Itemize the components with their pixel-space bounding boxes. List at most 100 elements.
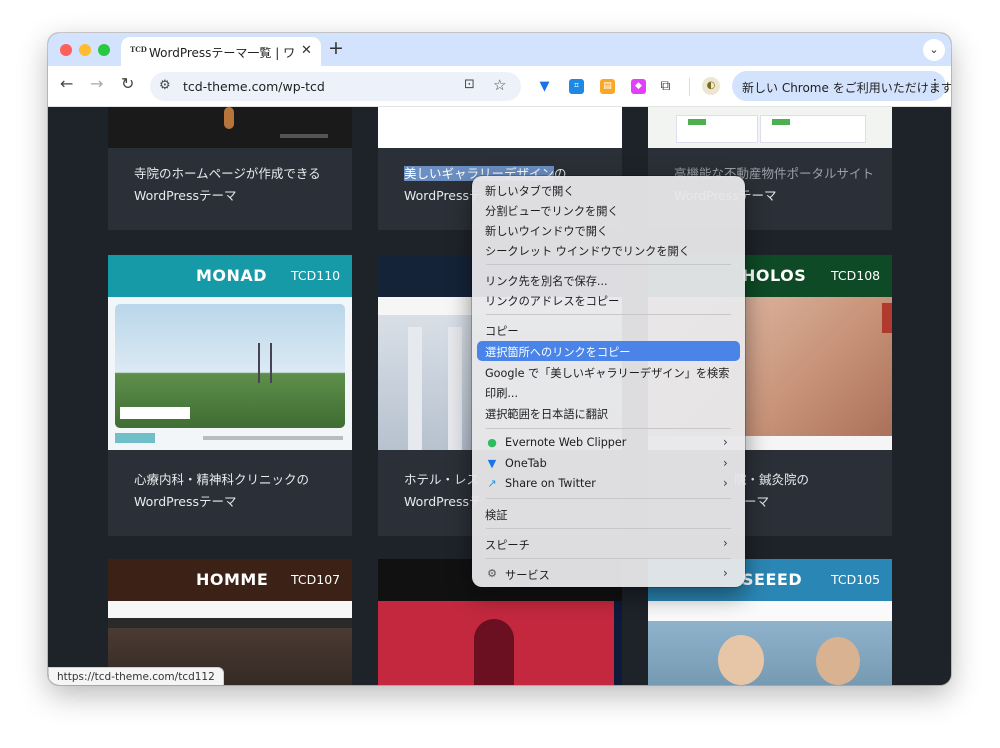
menu-item-label: 分割ビューでリンクを開く	[485, 205, 619, 218]
theme-card-title[interactable]: ホテル・レス WordPressテ	[404, 469, 482, 513]
chevron-right-icon: ›	[723, 456, 728, 470]
onetab-icon: ▼	[487, 457, 497, 470]
theme-header-bar: MONAD TCD110	[108, 255, 352, 297]
menu-separator	[486, 558, 731, 559]
menu-item-label: Evernote Web Clipper	[505, 436, 627, 449]
menu-item-label: 選択箇所へのリンクをコピー	[485, 346, 631, 359]
theme-header-bar: HOMME TCD107	[108, 559, 352, 601]
minimize-window-button[interactable]	[79, 44, 91, 56]
reload-icon[interactable]: ↻	[121, 74, 134, 93]
menu-item-label: 新しいタブで開く	[485, 185, 575, 198]
theme-card-monad[interactable]: MONAD TCD110 心療内科・精神科クリニックの WordPressテーマ	[108, 255, 352, 536]
maximize-window-button[interactable]	[98, 44, 110, 56]
menu-item-label: 新しいウインドウで開く	[485, 225, 609, 238]
theme-name: HOMME	[196, 570, 269, 589]
menu-item-label: コピー	[485, 325, 519, 338]
share-icon: ↗	[487, 477, 497, 490]
theme-card-title-line1[interactable]: 心療内科・精神科クリニックの	[134, 472, 309, 487]
update-chrome-label: 新しい Chrome をご利用いただけます	[742, 81, 951, 95]
menu-print[interactable]: 印刷...	[477, 382, 740, 402]
install-app-icon[interactable]: ⊡	[464, 77, 475, 92]
toolbar-divider	[689, 78, 690, 96]
onetab-extension-icon[interactable]: ▼	[537, 79, 552, 94]
menu-services[interactable]: ⚙ サービス ›	[477, 564, 740, 584]
menu-evernote[interactable]: ● Evernote Web Clipper ›	[477, 433, 740, 453]
theme-name: SEEED	[742, 570, 803, 589]
theme-card-title-line1[interactable]: 寺院のホームページが作成できる	[134, 166, 321, 181]
more-menu-icon[interactable]: ⋮	[928, 77, 942, 93]
extensions-puzzle-icon[interactable]: ⧉	[658, 79, 673, 94]
menu-open-incognito[interactable]: シークレット ウインドウでリンクを開く	[477, 240, 740, 260]
menu-item-label: OneTab	[505, 457, 547, 470]
theme-card-title-line2[interactable]: WordPressテ	[404, 188, 482, 203]
theme-code: TCD110	[291, 268, 341, 283]
menu-save-link-as[interactable]: リンク先を別名で保存...	[477, 270, 740, 290]
menu-copy-link-to-highlight[interactable]: 選択箇所へのリンクをコピー	[477, 341, 740, 361]
theme-screenshot	[648, 601, 892, 685]
new-tab-icon[interactable]: +	[328, 37, 344, 59]
menu-translate-selection[interactable]: 選択範囲を日本語に翻訳	[477, 403, 740, 423]
theme-card-title[interactable]: 心療内科・精神科クリニックの WordPressテーマ	[134, 469, 309, 513]
menu-item-label: サービス	[505, 569, 550, 582]
menu-separator	[486, 314, 731, 315]
theme-thumbnail	[378, 107, 622, 148]
menu-open-in-split-view[interactable]: 分割ビューでリンクを開く	[477, 200, 740, 220]
menu-copy-link-address[interactable]: リンクのアドレスをコピー	[477, 290, 740, 310]
menu-open-in-new-tab[interactable]: 新しいタブで開く	[477, 180, 740, 200]
theme-name: HOLOS	[742, 266, 807, 285]
services-icon: ⚙	[487, 567, 497, 580]
chevron-right-icon: ›	[723, 566, 728, 580]
theme-thumbnail	[108, 107, 352, 148]
chevron-right-icon: ›	[723, 476, 728, 490]
chevron-right-icon: ›	[723, 435, 728, 449]
evernote-icon: ●	[487, 436, 497, 449]
theme-code: TCD108	[831, 268, 881, 283]
site-favicon-icon: TCD	[130, 45, 147, 54]
profile-avatar[interactable]: ◐	[702, 77, 720, 95]
theme-code: TCD105	[831, 572, 881, 587]
menu-open-in-new-window[interactable]: 新しいウインドウで開く	[477, 220, 740, 240]
menu-item-label: スピーチ	[485, 539, 530, 552]
theme-card[interactable]: 寺院のホームページが作成できる WordPressテーマ	[108, 107, 352, 230]
menu-item-label: Google で「美しいギャラリーデザイン」を検索	[485, 367, 730, 380]
extension-purple-icon[interactable]: ◆	[631, 79, 646, 94]
menu-separator	[486, 498, 731, 499]
tab-title: WordPressテーマ一覧 | ワード	[149, 46, 294, 60]
tab-search-chevron-icon[interactable]: ⌄	[923, 39, 945, 61]
update-chrome-button[interactable]: 新しい Chrome をご利用いただけます ⋮	[732, 71, 951, 101]
theme-thumbnail: MONAD TCD110	[108, 255, 352, 450]
menu-item-label: Share on Twitter	[505, 477, 596, 490]
theme-code: TCD107	[291, 572, 341, 587]
bookmark-star-icon[interactable]: ☆	[493, 76, 506, 94]
address-url[interactable]: tcd-theme.com/wp-tcd	[183, 79, 325, 94]
theme-name: MONAD	[196, 266, 268, 285]
menu-item-label: シークレット ウインドウでリンクを開く	[485, 245, 690, 258]
menu-item-label: リンクのアドレスをコピー	[485, 295, 620, 308]
theme-card-title-line1[interactable]: ホテル・レス	[404, 472, 479, 487]
forward-arrow-icon[interactable]: →	[90, 74, 103, 93]
extension-cast-icon[interactable]: ▤	[600, 79, 615, 94]
back-arrow-icon[interactable]: ←	[60, 74, 73, 93]
menu-separator	[486, 528, 731, 529]
menu-search-google[interactable]: Google で「美しいギャラリーデザイン」を検索	[477, 362, 740, 382]
address-bar[interactable]: ⚙ tcd-theme.com/wp-tcd ⊡ ☆	[150, 72, 521, 101]
theme-card-title-line2[interactable]: WordPressテ	[404, 494, 482, 509]
tab-close-icon[interactable]: ✕	[301, 43, 312, 58]
tab-bar: TCD WordPressテーマ一覧 | ワード ✕ + ⌄	[48, 33, 951, 66]
theme-card-title-line2[interactable]: WordPressテーマ	[134, 188, 237, 203]
extension-blue-icon[interactable]: ⌗	[569, 79, 584, 94]
tab-active[interactable]: TCD WordPressテーマ一覧 | ワード ✕	[121, 37, 321, 66]
theme-thumbnail	[648, 107, 892, 148]
menu-separator	[486, 428, 731, 429]
menu-inspect[interactable]: 検証	[477, 504, 740, 524]
close-window-button[interactable]	[60, 44, 72, 56]
theme-card-title[interactable]: 寺院のホームページが作成できる WordPressテーマ	[134, 163, 321, 207]
menu-item-label: 検証	[485, 509, 508, 522]
menu-onetab[interactable]: ▼ OneTab ›	[477, 454, 740, 474]
menu-speech[interactable]: スピーチ ›	[477, 534, 740, 554]
menu-share-on-twitter[interactable]: ↗ Share on Twitter ›	[477, 474, 740, 494]
menu-copy[interactable]: コピー	[477, 320, 740, 340]
theme-card-title-line2[interactable]: WordPressテーマ	[134, 494, 237, 509]
site-info-icon[interactable]: ⚙	[159, 78, 171, 93]
menu-item-label: リンク先を別名で保存...	[485, 275, 608, 288]
